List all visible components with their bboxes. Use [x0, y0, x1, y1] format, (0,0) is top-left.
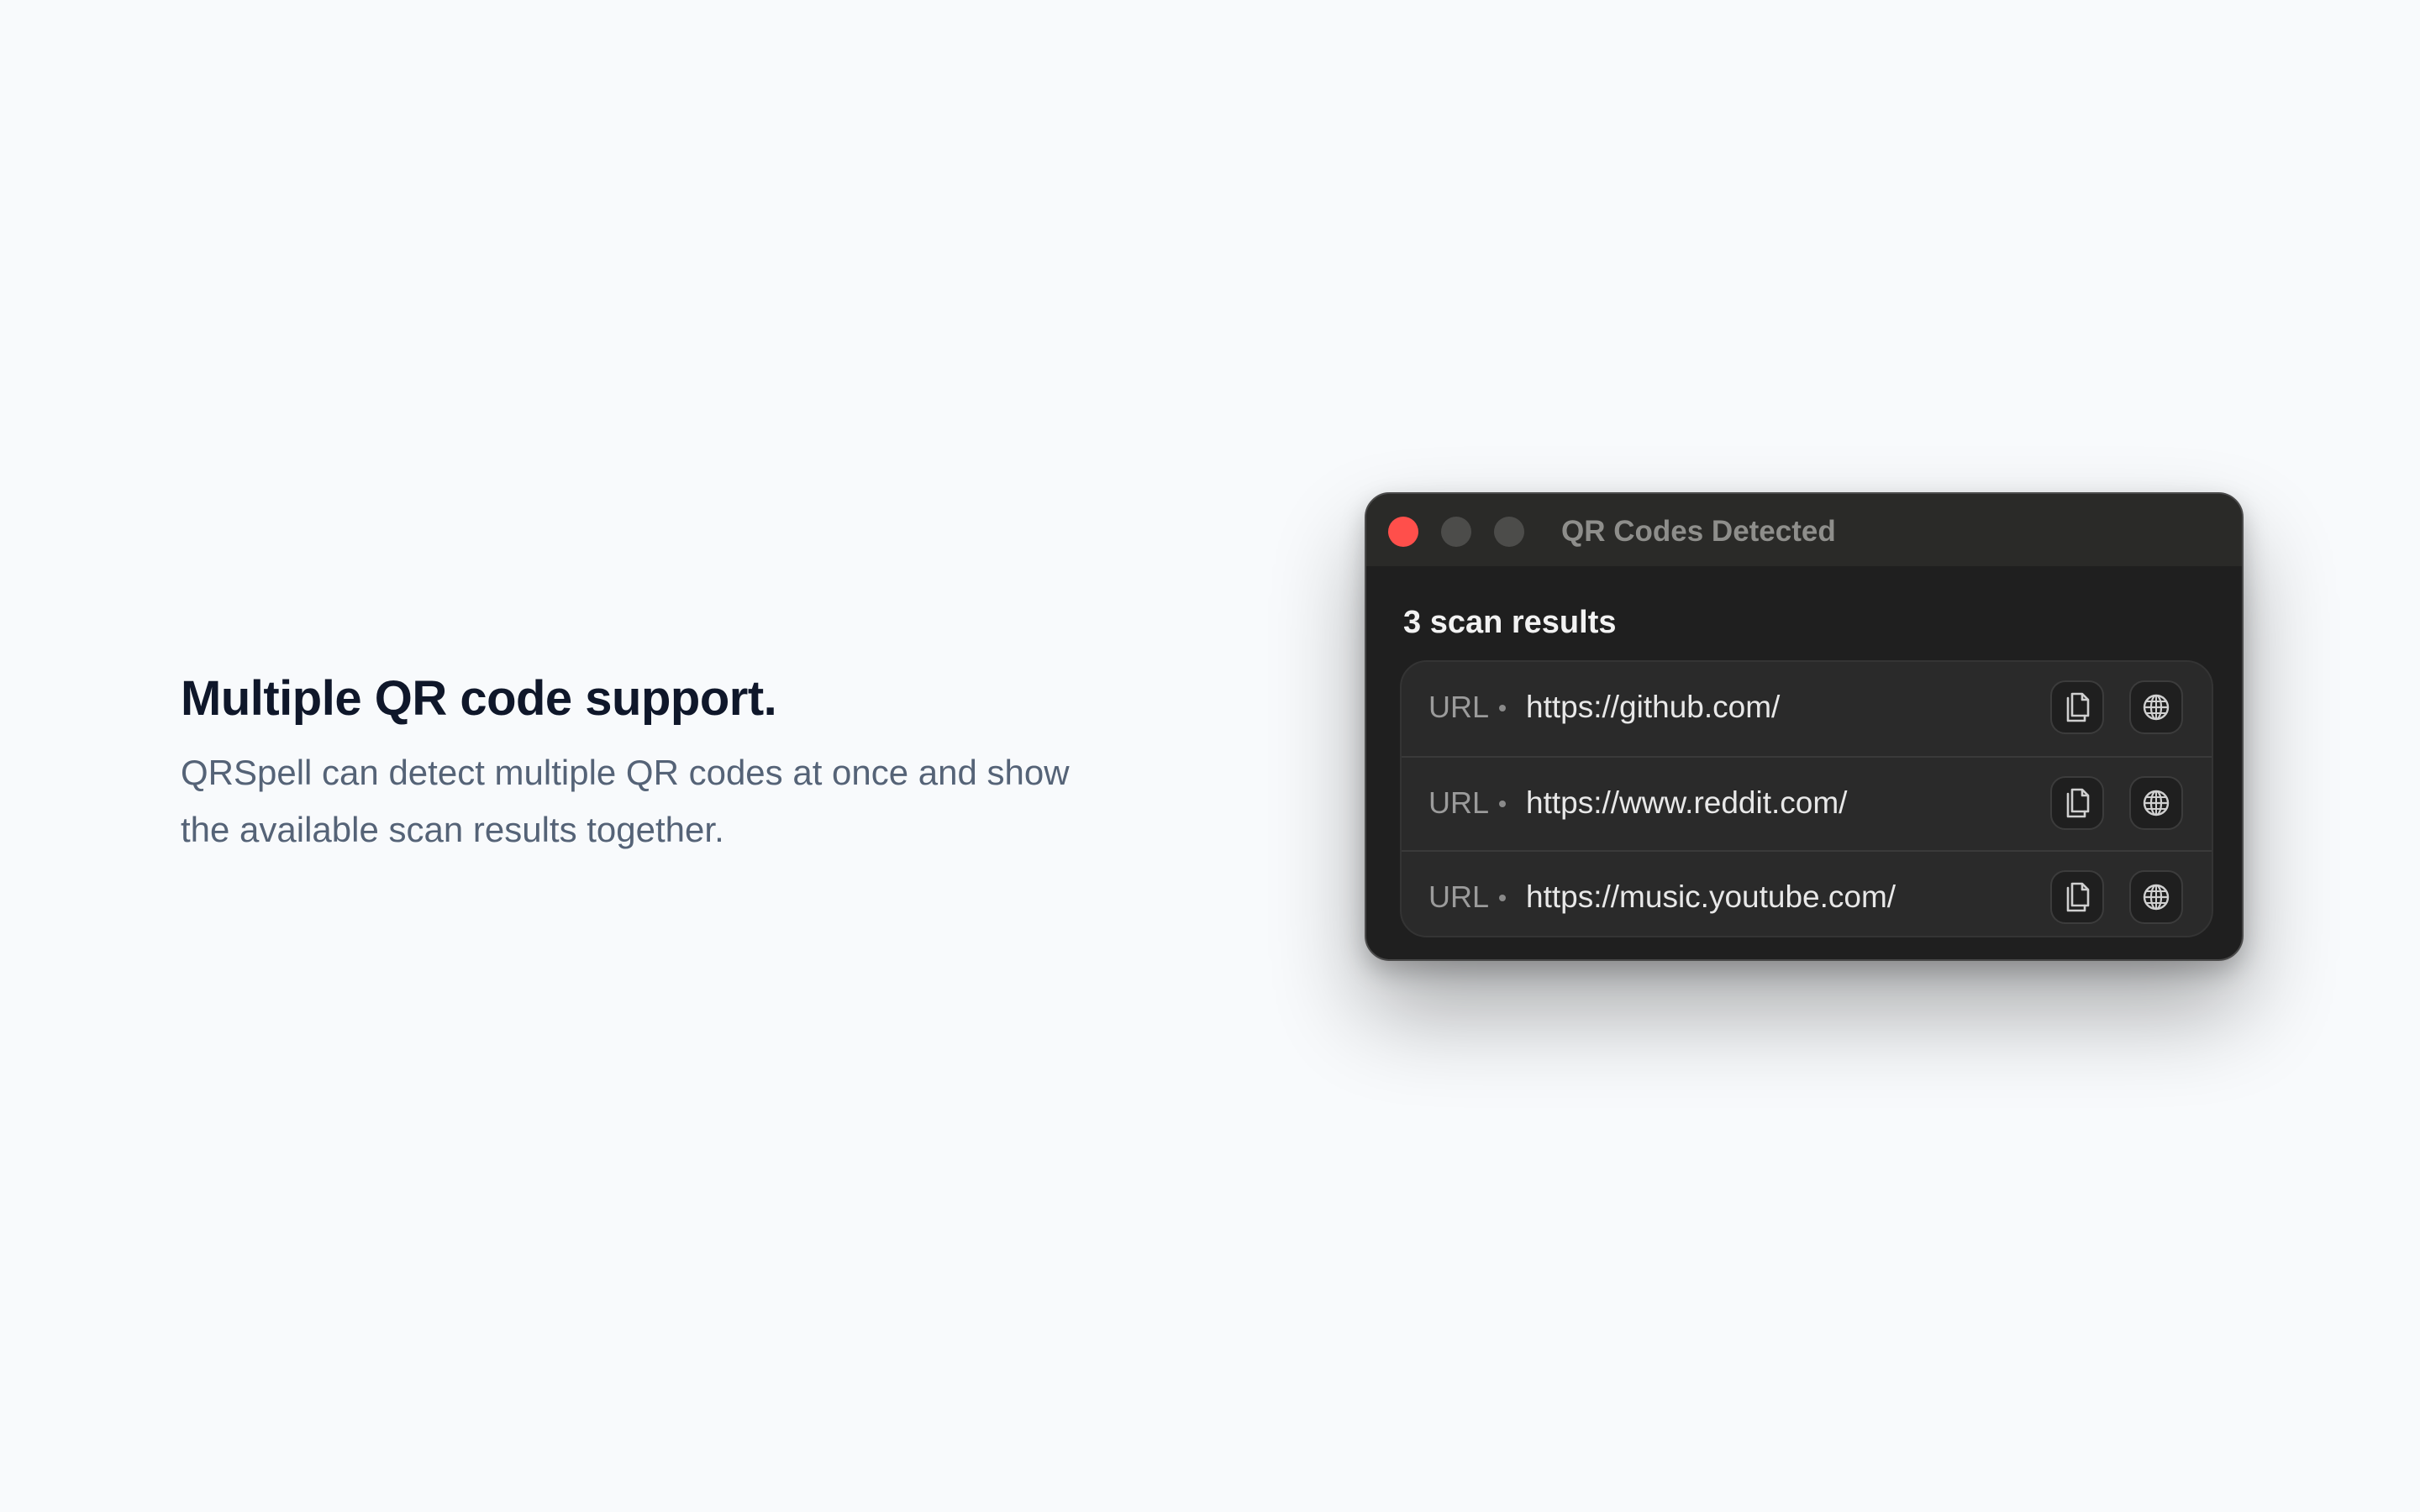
result-url[interactable]: https://www.reddit.com/ [1526, 783, 1847, 823]
separator-dot [1499, 801, 1506, 807]
open-in-browser-button[interactable] [2129, 680, 2183, 734]
result-type-label: URL [1428, 879, 1490, 914]
globe-icon [2143, 884, 2170, 911]
copy-icon [2066, 882, 2090, 912]
feature-description: QRSpell can detect multiple QR codes at … [181, 744, 1223, 858]
scan-result-row: URL https://www.reddit.com/ [1402, 756, 2212, 850]
copy-button[interactable] [2050, 776, 2104, 830]
result-url[interactable]: https://github.com/ [1526, 687, 1780, 727]
copy-icon [2066, 788, 2090, 818]
copy-button[interactable] [2050, 680, 2104, 734]
result-type-label: URL [1428, 785, 1490, 820]
window-title: QR Codes Detected [1561, 515, 1836, 548]
feature-description-line-2: the available scan results together. [181, 810, 724, 849]
scan-results-list: URL https://github.com/ URL https://www.… [1400, 660, 2213, 937]
feature-description-line-1: QRSpell can detect multiple QR codes at … [181, 753, 1070, 792]
result-url[interactable]: https://music.youtube.com/ [1526, 877, 1896, 917]
scan-results-count: 3 scan results [1403, 605, 1617, 640]
feature-heading: Multiple QR code support. [181, 671, 777, 726]
open-in-browser-button[interactable] [2129, 870, 2183, 924]
result-type-label: URL [1428, 690, 1490, 724]
window-titlebar[interactable]: QR Codes Detected [1366, 494, 2242, 566]
open-in-browser-button[interactable] [2129, 776, 2183, 830]
qr-results-window: QR Codes Detected 3 scan results URL htt… [1365, 492, 2244, 961]
separator-dot [1499, 895, 1506, 901]
minimize-window-button[interactable] [1441, 517, 1471, 547]
separator-dot [1499, 705, 1506, 711]
scan-result-row: URL https://music.youtube.com/ [1402, 850, 2212, 936]
close-window-button[interactable] [1388, 517, 1418, 547]
feature-section: Multiple QR code support. QRSpell can de… [181, 664, 1223, 858]
copy-button[interactable] [2050, 870, 2104, 924]
scan-result-row: URL https://github.com/ [1402, 662, 2212, 754]
globe-icon [2143, 790, 2170, 816]
globe-icon [2143, 694, 2170, 721]
copy-icon [2066, 692, 2090, 722]
maximize-window-button[interactable] [1494, 517, 1524, 547]
